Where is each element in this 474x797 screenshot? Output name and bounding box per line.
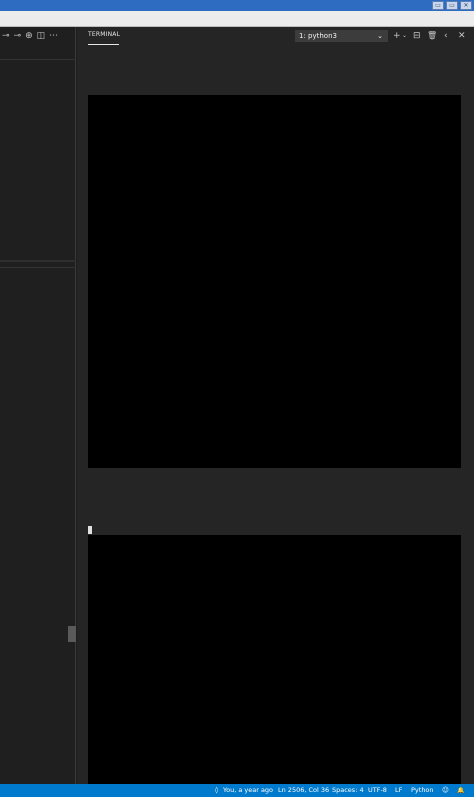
cursor-position[interactable]: Ln 2506, Col 36 [278, 784, 329, 797]
terminal-selector[interactable]: 1: python3 ⌄ [295, 30, 388, 42]
git-blame[interactable]: You, a year ago [223, 784, 273, 797]
panel-header: TERMINAL 1: python3 ⌄ + ⌄ ⊟ 🗑 ‹ ✕ [77, 27, 474, 47]
os-title-bar: ▭ ▭ ✕ [0, 0, 474, 11]
terminal-panel: TERMINAL 1: python3 ⌄ + ⌄ ⊟ 🗑 ‹ ✕ [77, 27, 474, 784]
trash-icon[interactable]: 🗑 [427, 30, 437, 42]
app-menu-strip [0, 11, 474, 27]
source-control-icon[interactable]: ⊕ [25, 27, 33, 45]
split-terminal-icon[interactable]: ⊟ [413, 30, 421, 42]
feedback-icon[interactable]: ☺ [442, 784, 449, 797]
add-terminal-icon[interactable]: + [393, 30, 401, 42]
language-mode[interactable]: Python [411, 784, 434, 797]
indentation[interactable]: Spaces: 4 [332, 784, 364, 797]
end-of-line[interactable]: LF [395, 784, 402, 797]
window-controls: ▭ ▭ ✕ [432, 0, 472, 11]
terminal-cursor [88, 526, 92, 534]
bell-icon[interactable]: 🔔 [457, 784, 464, 797]
git-blame-icon: ◊ [215, 786, 219, 794]
editor-scrollbar-thumb[interactable] [68, 626, 76, 642]
window-close-button[interactable]: ✕ [460, 1, 472, 10]
editor-area[interactable]: ⊸ ⊸ ⊕ ◫ ⋯ [0, 27, 76, 784]
go-back-icon[interactable]: ⊸ [2, 27, 10, 45]
terminal-selector-value: 1: python3 [299, 32, 337, 40]
chevron-down-icon[interactable]: ⌄ [402, 30, 407, 42]
minimize-button[interactable]: ▭ [432, 1, 444, 10]
split-editor-icon[interactable]: ◫ [37, 27, 46, 45]
editor-toolbar: ⊸ ⊸ ⊕ ◫ ⋯ [0, 27, 76, 45]
divider [0, 260, 76, 262]
tab-terminal[interactable]: TERMINAL [88, 31, 120, 38]
terminal-output-region[interactable] [88, 535, 461, 784]
encoding[interactable]: UTF-8 [368, 784, 387, 797]
divider [0, 267, 76, 268]
status-bar: ◊ You, a year ago Ln 2506, Col 36 Spaces… [0, 784, 474, 797]
terminal-output-region[interactable] [88, 95, 461, 468]
more-actions-icon[interactable]: ⋯ [49, 27, 58, 45]
close-panel-icon[interactable]: ✕ [458, 30, 466, 42]
divider [0, 59, 76, 60]
go-forward-icon[interactable]: ⊸ [14, 27, 22, 45]
chevron-down-icon: ⌄ [377, 32, 383, 40]
active-tab-indicator [88, 44, 119, 45]
maximize-button[interactable]: ▭ [446, 1, 458, 10]
collapse-panel-icon[interactable]: ‹ [444, 30, 448, 42]
